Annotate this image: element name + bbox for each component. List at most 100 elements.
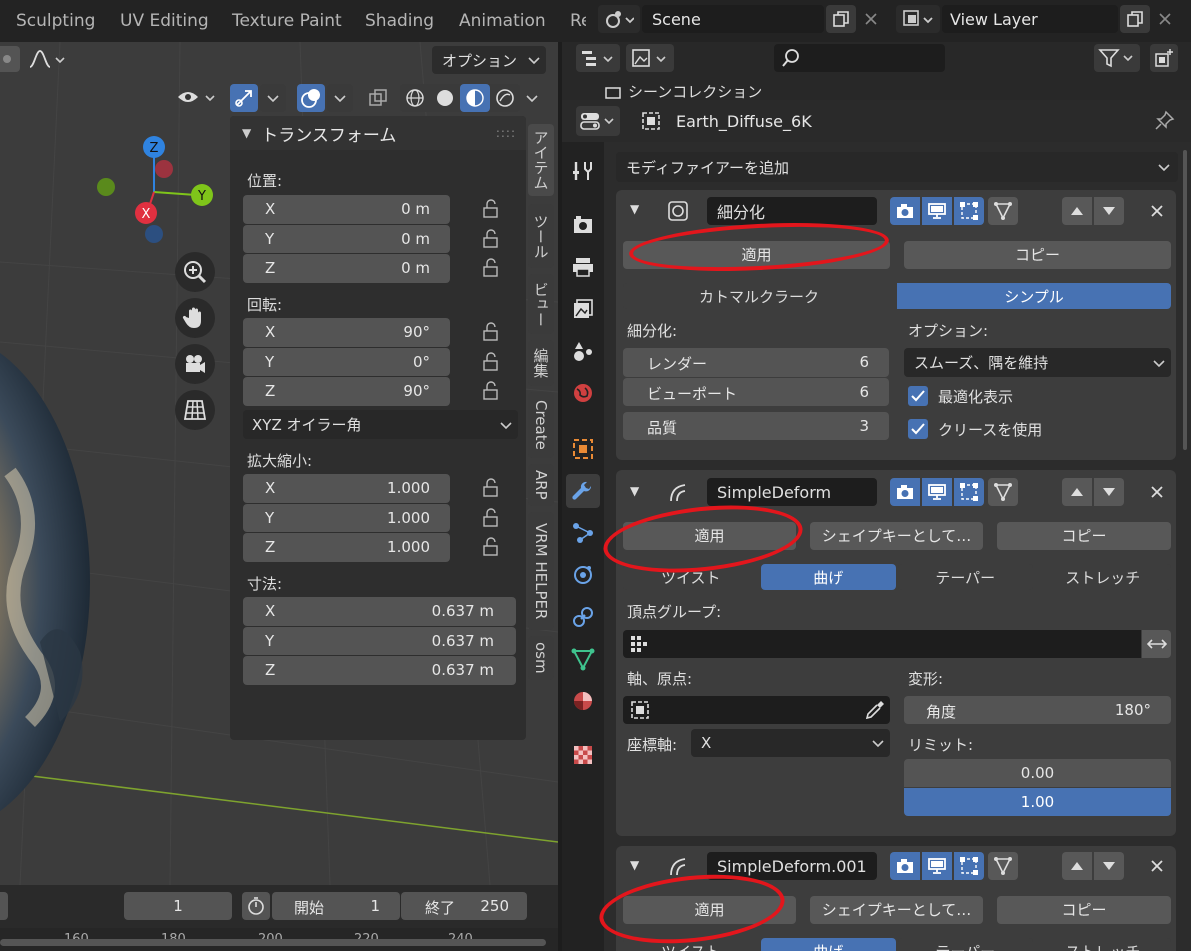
taper-option[interactable]: テーパー — [898, 564, 1033, 590]
simple-deform-001-copy-button[interactable]: コピー — [997, 896, 1171, 924]
lock-icon[interactable] — [480, 322, 502, 342]
bend-option[interactable]: 曲げ — [760, 938, 896, 951]
xray-toggle-button[interactable] — [364, 84, 392, 112]
pan-button[interactable] — [175, 298, 215, 338]
gizmo-toggle-button[interactable] — [230, 84, 258, 112]
stretch-option[interactable]: ストレッチ — [1034, 938, 1171, 951]
collapse-arrow-icon[interactable]: ▼ — [630, 858, 639, 872]
view-layer-name-field[interactable]: View Layer — [942, 5, 1118, 33]
move-up-button[interactable] — [1062, 852, 1092, 880]
rendered-shading-button[interactable] — [490, 84, 520, 112]
tab-more[interactable]: Re — [556, 0, 586, 42]
tab-animation[interactable]: Animation — [445, 0, 560, 42]
overlay-dropdown[interactable] — [327, 84, 353, 112]
navigation-gizmo[interactable]: Z Y X — [90, 132, 230, 252]
remove-modifier-button[interactable] — [1144, 852, 1170, 880]
tab-shading[interactable]: Shading — [351, 0, 448, 42]
lock-icon[interactable] — [480, 229, 502, 249]
taper-option[interactable]: テーパー — [898, 938, 1033, 951]
scene-properties-tab[interactable] — [566, 334, 600, 368]
transform-panel-header[interactable]: ▼ トランスフォーム :::: — [230, 116, 526, 150]
new-view-layer-button[interactable] — [1120, 5, 1150, 33]
on-cage-toggle[interactable] — [988, 197, 1018, 225]
output-properties-tab[interactable] — [566, 250, 600, 284]
sidebar-tab-view[interactable]: ビュー — [528, 274, 554, 334]
invert-vertex-group-button[interactable] — [1142, 630, 1171, 658]
use-creases-checkbox[interactable]: クリースを使用 — [908, 418, 1042, 440]
tab-uv-editing[interactable]: UV Editing — [106, 0, 223, 42]
origin-object-field[interactable] — [623, 696, 890, 724]
object-properties-tab[interactable] — [566, 432, 600, 466]
outliner-search-input[interactable] — [774, 44, 945, 72]
remove-modifier-button[interactable] — [1144, 197, 1170, 225]
show-viewport-toggle[interactable] — [922, 852, 952, 880]
move-up-button[interactable] — [1062, 197, 1092, 225]
scale-z-field[interactable]: Z 1.000 — [243, 533, 450, 562]
rotation-y-field[interactable]: Y 0° — [243, 348, 450, 376]
sidebar-tab-arp[interactable]: ARP — [528, 464, 554, 506]
shading-dropdown[interactable] — [520, 84, 544, 112]
overlay-toggle-button[interactable] — [297, 84, 325, 112]
move-up-button[interactable] — [1062, 478, 1092, 506]
on-cage-toggle[interactable] — [988, 852, 1018, 880]
camera-view-button[interactable] — [175, 344, 215, 384]
limit-low-field[interactable]: 0.00 — [904, 759, 1171, 787]
show-in-editmode-toggle[interactable] — [890, 478, 920, 506]
deform-axis-dropdown[interactable]: X — [691, 729, 890, 757]
outliner-filter-button[interactable] — [1094, 44, 1140, 72]
on-cage-toggle[interactable] — [988, 478, 1018, 506]
show-in-editmode-toggle[interactable] — [890, 197, 920, 225]
add-modifier-dropdown[interactable]: モディファイアーを追加 — [616, 152, 1178, 182]
view-layer-properties-tab[interactable] — [566, 292, 600, 326]
optimal-display-checkbox[interactable]: 最適化表示 — [908, 385, 1013, 407]
scene-collection-row[interactable]: シーンコレクション — [604, 82, 762, 100]
tab-texture-paint[interactable]: Texture Paint — [218, 0, 356, 42]
sidebar-tab-create[interactable]: Create — [528, 392, 554, 458]
quality-field[interactable]: 品質 3 — [623, 412, 889, 440]
solid-shading-button[interactable] — [430, 84, 460, 112]
modifier-properties-tab[interactable] — [566, 474, 600, 508]
rotation-x-field[interactable]: X 90° — [243, 318, 450, 347]
edit-mode-toggle[interactable] — [954, 478, 984, 506]
visibility-button[interactable] — [174, 84, 222, 112]
simple-deform-001-shape-key-button[interactable]: シェイプキーとして… — [810, 896, 983, 924]
render-levels-field[interactable]: レンダー 6 — [623, 348, 889, 377]
location-y-field[interactable]: Y0 m — [243, 225, 450, 253]
material-shading-button[interactable] — [460, 84, 490, 112]
new-collection-button[interactable] — [1150, 44, 1178, 72]
end-frame-field[interactable]: 終了 250 — [401, 892, 527, 920]
simple-deform-001-apply-button[interactable]: 適用 — [623, 896, 796, 924]
sidebar-tab-tool[interactable]: ツール — [528, 204, 554, 268]
simple-deform-shape-key-button[interactable]: シェイプキーとして… — [810, 522, 983, 550]
lock-icon[interactable] — [480, 258, 502, 278]
start-frame-field[interactable]: 開始 1 — [272, 892, 400, 920]
show-viewport-toggle[interactable] — [922, 197, 952, 225]
subdivision-copy-button[interactable]: コピー — [904, 241, 1171, 269]
move-down-button[interactable] — [1094, 852, 1124, 880]
falloff-button[interactable] — [24, 46, 72, 72]
ortho-toggle-button[interactable] — [175, 390, 215, 430]
twist-option[interactable]: ツイスト — [623, 564, 759, 590]
show-in-editmode-toggle[interactable] — [890, 852, 920, 880]
sidebar-tab-item[interactable]: アイテム — [528, 124, 554, 196]
timeline-scrollbar[interactable] — [0, 939, 546, 946]
dimensions-z-field[interactable]: Z 0.637 m — [243, 656, 516, 685]
subdivision-apply-button[interactable]: 適用 — [623, 241, 890, 269]
vertex-group-field[interactable] — [623, 630, 1141, 658]
particles-properties-tab[interactable] — [566, 516, 600, 550]
scale-y-field[interactable]: Y 1.000 — [243, 504, 450, 532]
collapse-arrow-icon[interactable]: ▼ — [630, 202, 639, 216]
wireframe-shading-button[interactable] — [400, 84, 430, 112]
lock-icon[interactable] — [480, 478, 502, 498]
lock-icon[interactable] — [480, 199, 502, 219]
outliner-display-mode[interactable] — [576, 44, 620, 72]
dimensions-y-field[interactable]: Y 0.637 m — [243, 627, 516, 655]
lock-icon[interactable] — [480, 381, 502, 401]
stretch-option[interactable]: ストレッチ — [1034, 564, 1171, 590]
viewport-levels-field[interactable]: ビューポート 6 — [623, 378, 889, 406]
tab-sculpting[interactable]: Sculpting — [2, 0, 109, 42]
editor-type-button[interactable] — [576, 106, 620, 136]
timeline-left-button[interactable] — [0, 892, 8, 920]
zoom-button[interactable] — [175, 252, 215, 292]
texture-properties-tab[interactable] — [566, 738, 600, 772]
